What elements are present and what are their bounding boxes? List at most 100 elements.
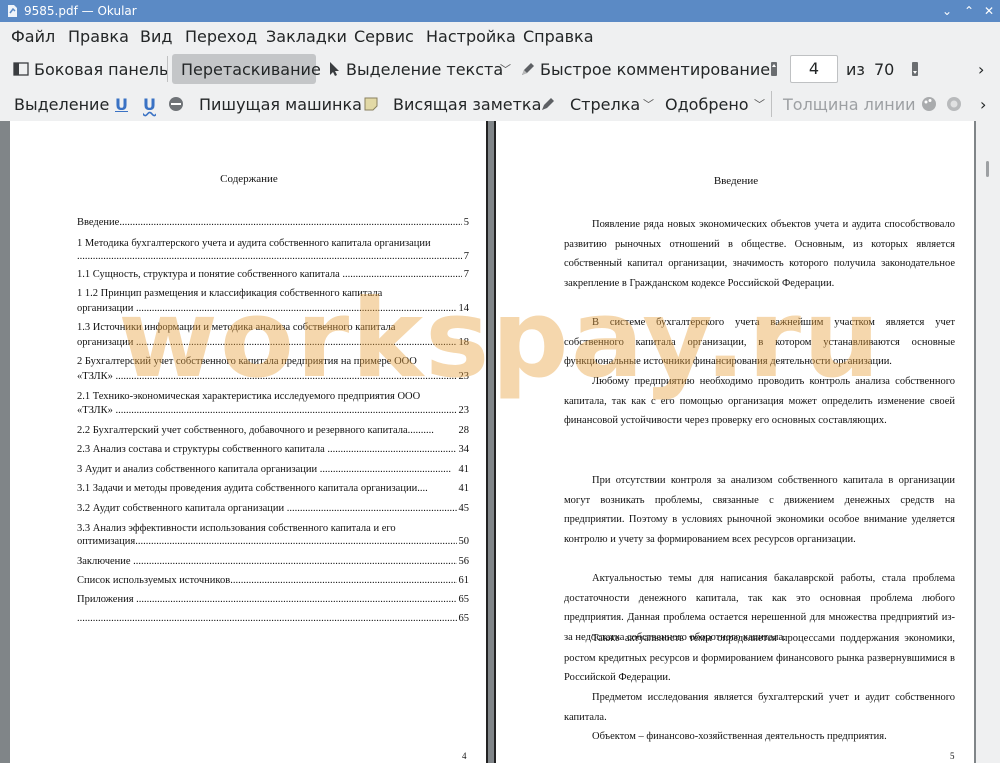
toc-page-number: 41: [456, 481, 469, 497]
okular-app-icon: [8, 5, 17, 17]
toc-entry[interactable]: оптимизация.............................…: [77, 534, 469, 550]
toc-entry-text: 3.3 Анализ эффективности использования с…: [77, 523, 396, 534]
scrollbar-handle[interactable]: [986, 161, 989, 177]
underline-icon[interactable]: U: [115, 95, 128, 114]
pdf-page-left: Содержание Введение.....................…: [10, 121, 488, 763]
stamp-button[interactable]: Одобрено: [665, 95, 749, 114]
text-selection-button[interactable]: Выделение текста: [346, 60, 503, 79]
toc-entry[interactable]: Приложения .............................…: [77, 592, 469, 608]
page-number-footer: 4: [462, 751, 467, 761]
toc-page-number: 28: [456, 423, 469, 439]
quick-comment-button[interactable]: Быстрое комментирование: [540, 60, 770, 79]
toc-page-number: 5: [461, 215, 469, 231]
toc-entry-text: 1.1 Сущность, структура и понятие собств…: [77, 269, 469, 280]
opacity-icon[interactable]: [946, 96, 962, 112]
cursor-arrow-icon: [330, 62, 339, 76]
color-palette-icon[interactable]: [921, 96, 937, 112]
toc-entry-text: 2 Бухгалтерский учет собственного капита…: [77, 356, 417, 367]
toc-page-number: 65: [456, 592, 469, 608]
toc-page-number: 14: [456, 301, 469, 317]
chevron-down-icon[interactable]: ﹀: [754, 96, 765, 112]
toc-entry[interactable]: организации ............................…: [77, 301, 469, 317]
toc-entry[interactable]: 3.1 Задачи и методы проведения аудита со…: [77, 481, 469, 497]
toc-page-number: 7: [461, 249, 469, 265]
main-toolbar: Боковая панель Перетаскивание Выделение …: [0, 51, 1000, 87]
paragraph: Появление ряда новых экономических объек…: [564, 219, 955, 289]
arrow-button[interactable]: Стрелка: [570, 95, 640, 114]
menu-go[interactable]: Переход: [185, 27, 257, 46]
toc-entry[interactable]: 2.3 Анализ состава и структуры собственн…: [77, 442, 469, 458]
toc-entry[interactable]: «ТЗЛК» .................................…: [77, 369, 469, 385]
menu-view[interactable]: Вид: [140, 27, 172, 46]
toc-entry[interactable]: Список используемых источников..........…: [77, 573, 469, 589]
maximize-button[interactable]: ⌃: [962, 4, 976, 18]
toc-entry-text: ........................................…: [77, 251, 469, 262]
toc-entry-text: 1 Методика бухгалтерского учета и аудита…: [77, 238, 431, 249]
sticky-note-button[interactable]: Висящая заметка: [393, 95, 541, 114]
toc-entry-text: оптимизация.............................…: [77, 536, 469, 547]
toolbar-overflow-button[interactable]: ›: [978, 60, 984, 79]
toc-entry-text: Заключение .............................…: [77, 556, 469, 567]
paragraph: Объектом – финансово-хозяйственная деяте…: [592, 731, 887, 742]
window-title: 9585.pdf — Okular: [24, 4, 137, 18]
toc-entry-text: 2.1 Технико-экономическая характеристика…: [77, 391, 421, 402]
toc-entry-text: организации ............................…: [77, 303, 469, 314]
toc-entry-text: «ТЗЛК» .................................…: [77, 371, 469, 382]
previous-page-icon[interactable]: [766, 61, 782, 77]
menu-edit[interactable]: Правка: [68, 27, 129, 46]
line-width-button[interactable]: Толщина линии: [783, 95, 916, 114]
toc-heading: Содержание: [220, 173, 278, 185]
squiggle-icon[interactable]: U: [143, 95, 156, 114]
toc-entry[interactable]: организации ............................…: [77, 335, 469, 351]
toc-entry[interactable]: 1 1.2 Принцип размещения и классификация…: [77, 286, 469, 302]
toc-entry-text: Введение................................…: [77, 217, 469, 228]
vertical-scrollbar[interactable]: [976, 121, 1000, 763]
chevron-down-icon[interactable]: ﹀: [643, 96, 654, 112]
toc-page-number: 65: [456, 611, 469, 627]
toc-entry-text: организации ............................…: [77, 337, 469, 348]
toc-entry[interactable]: 1.1 Сущность, структура и понятие собств…: [77, 267, 469, 283]
toolbar-overflow-button[interactable]: ›: [980, 95, 986, 114]
chevron-down-icon[interactable]: ﹀: [500, 61, 511, 77]
menu-tools[interactable]: Сервис: [354, 27, 414, 46]
toc-entry[interactable]: 1.3 Источники информации и методика анал…: [77, 320, 469, 336]
document-viewport[interactable]: Содержание Введение.....................…: [0, 121, 1000, 763]
annotation-toolbar: Выделение U U Пишущая машинка Висящая за…: [0, 86, 1000, 122]
toc-entry-text: «ТЗЛК» .................................…: [77, 405, 469, 416]
strikeout-icon[interactable]: [168, 96, 184, 112]
annotate-pen-icon: [522, 63, 534, 75]
toc-entry[interactable]: ........................................…: [77, 611, 469, 627]
close-button[interactable]: ✕: [982, 4, 996, 18]
toc-page-number: 18: [456, 335, 469, 351]
toc-entry[interactable]: ........................................…: [77, 249, 469, 265]
pdf-page-right: Введение Появление ряда новых экономичес…: [494, 121, 974, 763]
menu-bookmarks[interactable]: Закладки: [266, 27, 347, 46]
toc-entry-text: 3.2 Аудит собственного капитала организа…: [77, 503, 463, 514]
typewriter-button[interactable]: Пишущая машинка: [199, 95, 362, 114]
toc-entry[interactable]: 2.2 Бухгалтерский учет собственного, доб…: [77, 423, 469, 439]
toc-entry-text: 3 Аудит и анализ собственного капитала о…: [77, 464, 452, 475]
toc-entry[interactable]: 2 Бухгалтерский учет собственного капита…: [77, 354, 469, 370]
menu-settings[interactable]: Настройка: [426, 27, 516, 46]
paragraph: В системе бухгалтерского учета важнейшим…: [564, 317, 955, 368]
paragraph: При отсутствии контроля за анализом собс…: [564, 475, 955, 545]
toc-entry[interactable]: Введение................................…: [77, 215, 469, 231]
toc-entry[interactable]: 3 Аудит и анализ собственного капитала о…: [77, 462, 469, 478]
menu-file[interactable]: Файл: [11, 27, 55, 46]
toolbar-separator: [771, 91, 772, 117]
paragraph: Любому предприятию необходимо проводить …: [564, 376, 955, 427]
menu-help[interactable]: Справка: [523, 27, 594, 46]
toc-entry-text: Приложения .............................…: [77, 594, 469, 605]
toc-entry[interactable]: «ТЗЛК» .................................…: [77, 403, 469, 419]
page-total-label: 70: [874, 60, 895, 79]
toc-entry[interactable]: 3.2 Аудит собственного капитала организа…: [77, 501, 469, 517]
toolbar-separator: [167, 56, 168, 82]
toc-entry[interactable]: Заключение .............................…: [77, 554, 469, 570]
sidebar-button[interactable]: Боковая панель: [34, 60, 168, 79]
next-page-icon[interactable]: [907, 61, 923, 77]
page-number-input[interactable]: 4: [790, 55, 838, 83]
highlight-selection-button[interactable]: Выделение: [14, 95, 109, 114]
toc-page-number: 61: [456, 573, 469, 589]
toc-entry-text: 3.1 Задачи и методы проведения аудита со…: [77, 483, 428, 494]
minimize-button[interactable]: ⌄: [940, 4, 954, 18]
